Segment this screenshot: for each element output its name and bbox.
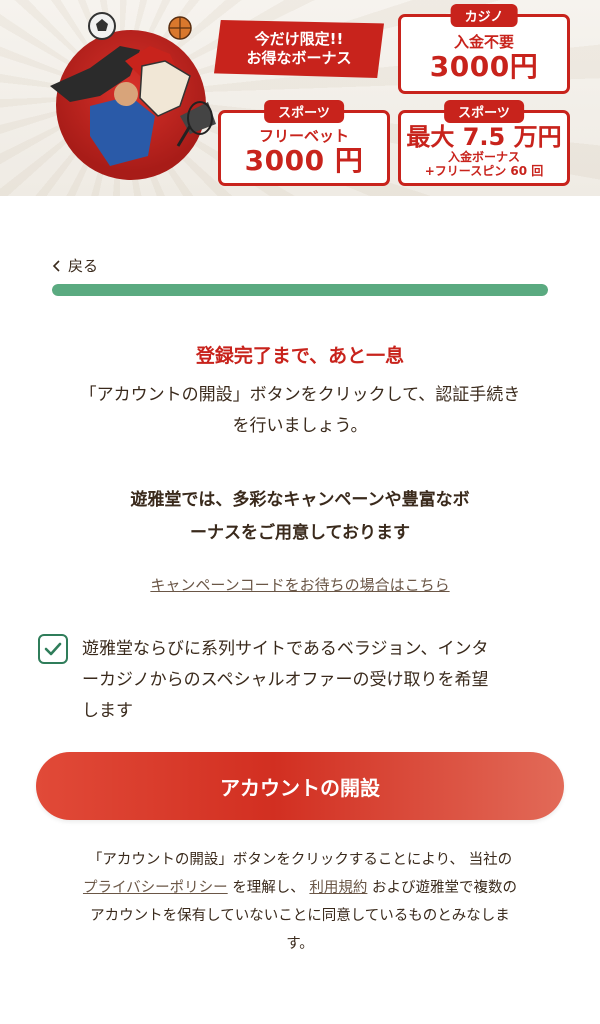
legal-line-4: す。 — [286, 936, 314, 952]
casino-bonus-type: 入金不要 — [453, 33, 514, 51]
limited-offer-ribbon: 今だけ限定!! お得なボーナス — [214, 20, 384, 78]
freebet-label: フリーベット — [258, 127, 349, 145]
campaign-code-link[interactable]: キャンペーンコードをお待ちの場合はこちら — [0, 574, 600, 595]
terms-of-use-link[interactable]: 利用規約 — [309, 880, 367, 896]
consent-line-1: 遊雅堂ならびに系列サイトであるベラジョン、インタ — [82, 639, 489, 659]
marketing-consent: 遊雅堂ならびに系列サイトであるベラジョン、インタ ーカジノからのスペシャルオファ… — [38, 634, 568, 727]
chevron-left-icon — [52, 259, 60, 272]
card-tab-sports: スポーツ — [264, 100, 344, 123]
sports-athletes-icon — [50, 12, 216, 166]
legal-notice: 「アカウントの開設」ボタンをクリックすることにより、 当社の プライバシーポリシ… — [40, 846, 560, 958]
ribbon-line-1: 今だけ限定!! — [254, 30, 344, 48]
consent-line-2: ーカジノからのスペシャルオファーの受け取りを希望 — [82, 670, 489, 690]
card-tab-sports: スポーツ — [444, 100, 524, 123]
page-heading: 登録完了まで、あと一息 — [195, 345, 405, 367]
free-spins-label: +フリースピン 60 回 — [424, 164, 544, 178]
legal-line-3: アカウントを保有していないことに同意しているものとみなしま — [90, 908, 510, 924]
consent-label: 遊雅堂ならびに系列サイトであるベラジョン、インタ ーカジノからのスペシャルオファ… — [82, 634, 488, 727]
legal-text-after-terms: および遊雅堂で複数の — [367, 880, 518, 896]
ribbon-line-2: お得なボーナス — [246, 49, 352, 67]
deposit-bonus-label: 入金ボーナス — [447, 150, 520, 164]
deposit-bonus-max: 最大 7.5 万円 — [406, 123, 562, 151]
legal-text-after-privacy: を理解し、 — [227, 880, 305, 896]
consent-line-3: します — [82, 701, 133, 721]
card-tab-casino: カジノ — [450, 4, 518, 27]
freebet-amount: 3000 円 — [244, 144, 364, 177]
promo-banner: 今だけ限定!! お得なボーナス カジノ 入金不要 3000円 スポーツ フリーベ… — [0, 0, 600, 196]
consent-checkbox[interactable] — [38, 634, 68, 664]
campaign-promo-text: 遊雅堂では、多彩なキャンペーンや豊富なボ ーナスをご用意しております — [60, 484, 540, 550]
promo-line-1: 遊雅堂では、多彩なキャンペーンや豊富なボ — [130, 490, 470, 510]
open-account-button[interactable]: アカウントの開設 — [36, 752, 564, 820]
registration-progress-bar — [52, 284, 548, 296]
legal-line-2: プライバシーポリシー を理解し、 利用規約 および遊雅堂で複数の — [40, 874, 560, 902]
intro-line-1: 「アカウントの開設」ボタンをクリックして、認証手続き — [79, 385, 521, 405]
verification-instructions: 「アカウントの開設」ボタンをクリックして、認証手続き を行いましょう。 — [40, 380, 560, 442]
back-label: 戻る — [68, 257, 99, 275]
casino-bonus-card: カジノ 入金不要 3000円 — [398, 4, 570, 94]
sports-deposit-bonus-card: スポーツ 最大 7.5 万円 入金ボーナス +フリースピン 60 回 — [398, 100, 570, 186]
promo-line-2: ーナスをご用意しております — [190, 523, 410, 543]
privacy-policy-link[interactable]: プライバシーポリシー — [83, 880, 228, 896]
intro-line-2: を行いましょう。 — [232, 416, 368, 436]
back-button[interactable]: 戻る — [52, 255, 98, 276]
sports-freebet-card: スポーツ フリーベット 3000 円 — [218, 100, 390, 186]
progress-fill — [52, 284, 548, 296]
legal-line-1: 「アカウントの開設」ボタンをクリックすることにより、 当社の — [87, 852, 513, 868]
checkmark-icon — [44, 642, 62, 656]
casino-bonus-amount: 3000円 — [429, 50, 539, 83]
